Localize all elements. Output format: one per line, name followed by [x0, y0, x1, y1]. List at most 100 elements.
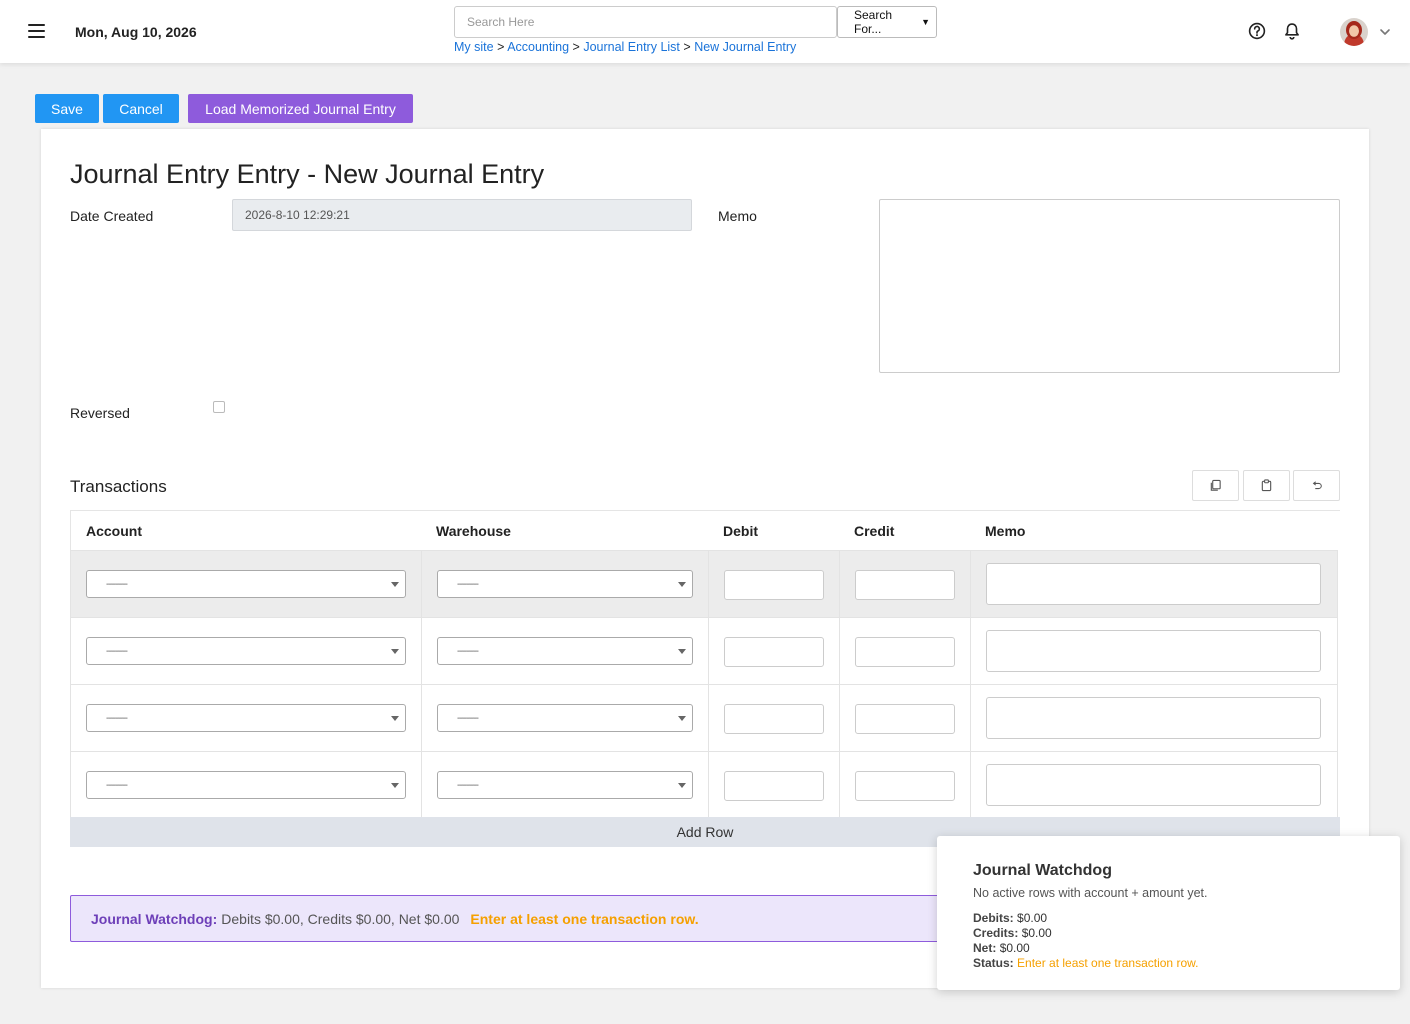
popup-subtitle: No active rows with account + amount yet…: [973, 886, 1208, 900]
chevron-down-icon: ▼: [921, 17, 930, 27]
account-select-value: ---------: [106, 713, 128, 724]
column-header-debit: Debit: [723, 523, 758, 539]
menu-icon[interactable]: [28, 24, 45, 38]
reversed-checkbox[interactable]: [213, 401, 225, 413]
debits-label: Debits:: [973, 911, 1014, 925]
account-select[interactable]: ---------: [86, 771, 406, 799]
warehouse-select[interactable]: ---------: [437, 704, 693, 732]
row-memo-input[interactable]: [986, 563, 1321, 605]
credit-input[interactable]: [855, 637, 955, 667]
warehouse-select[interactable]: ---------: [437, 637, 693, 665]
row-memo-input[interactable]: [986, 764, 1321, 806]
table-row: --------- ---------: [70, 751, 1338, 818]
warehouse-select[interactable]: ---------: [437, 771, 693, 799]
dropdown-arrow-icon: [678, 582, 686, 587]
column-header-account: Account: [86, 523, 142, 539]
date-created-field: 2026-8-10 12:29:21: [232, 199, 692, 231]
credits-label: Credits:: [973, 926, 1019, 940]
debit-input[interactable]: [724, 704, 824, 734]
undo-icon: [1312, 480, 1322, 489]
status-label: Status:: [973, 956, 1014, 970]
debits-value: $0.00: [1017, 911, 1048, 925]
account-select[interactable]: ---------: [86, 704, 406, 732]
debit-input[interactable]: [724, 570, 824, 600]
help-icon[interactable]: [1248, 22, 1266, 40]
net-value: $0.00: [999, 941, 1030, 955]
account-select-value: ---------: [106, 646, 128, 657]
dropdown-arrow-icon: [678, 783, 686, 788]
search-for-value: Search For...: [854, 8, 893, 36]
debit-input[interactable]: [724, 771, 824, 801]
credit-input[interactable]: [855, 704, 955, 734]
table-row: --------- ---------: [70, 684, 1338, 751]
paste-icon: [1261, 479, 1272, 492]
column-header-warehouse: Warehouse: [436, 523, 511, 539]
dropdown-arrow-icon: [678, 716, 686, 721]
dropdown-arrow-icon: [391, 783, 399, 788]
dropdown-arrow-icon: [391, 716, 399, 721]
avatar[interactable]: [1340, 18, 1368, 46]
memo-textarea[interactable]: [879, 199, 1340, 373]
account-select[interactable]: ---------: [86, 637, 406, 665]
chevron-down-icon[interactable]: [1378, 25, 1392, 39]
breadcrumb-my-site[interactable]: My site: [454, 40, 494, 54]
transactions-title: Transactions: [70, 477, 167, 496]
warehouse-select-value: ---------: [457, 780, 479, 791]
column-header-memo: Memo: [985, 523, 1026, 539]
row-memo-input[interactable]: [986, 630, 1321, 672]
copy-button[interactable]: [1192, 470, 1239, 501]
dropdown-arrow-icon: [678, 649, 686, 654]
transactions-table: Account Warehouse Debit Credit Memo ----…: [70, 510, 1340, 818]
date-created-label: Date Created: [70, 208, 154, 224]
table-row: --------- ---------: [70, 617, 1338, 684]
row-memo-input[interactable]: [986, 697, 1321, 739]
copy-icon: [1210, 479, 1221, 491]
credits-value: $0.00: [1021, 926, 1052, 940]
warehouse-select-value: ---------: [457, 713, 479, 724]
save-button[interactable]: Save: [35, 94, 99, 123]
cancel-button[interactable]: Cancel: [103, 94, 179, 123]
breadcrumb-separator: >: [572, 40, 580, 54]
breadcrumb-journal-entry-list[interactable]: Journal Entry List: [583, 40, 680, 54]
debit-input[interactable]: [724, 637, 824, 667]
watchdog-bar-title: Journal Watchdog:: [91, 910, 218, 927]
breadcrumb: My site > Accounting > Journal Entry Lis…: [454, 40, 796, 54]
bell-icon[interactable]: [1283, 22, 1301, 41]
current-date: Mon, Aug 10, 2026: [75, 24, 197, 40]
dropdown-arrow-icon: [391, 582, 399, 587]
account-select-value: ---------: [106, 780, 128, 791]
table-row: --------- ---------: [70, 550, 1338, 617]
breadcrumb-separator: >: [683, 40, 691, 54]
popup-credits: Credits: $0.00: [973, 926, 1364, 941]
credit-input[interactable]: [855, 570, 955, 600]
popup-debits: Debits: $0.00: [973, 911, 1364, 926]
watchdog-bar-summary: Debits $0.00, Credits $0.00, Net $0.00: [221, 910, 460, 927]
journal-watchdog-popup: Journal Watchdog No active rows with acc…: [937, 836, 1400, 990]
net-label: Net:: [973, 941, 997, 955]
credit-input[interactable]: [855, 771, 955, 801]
column-header-credit: Credit: [854, 523, 895, 539]
popup-net: Net: $0.00: [973, 941, 1364, 956]
undo-button[interactable]: [1293, 470, 1340, 501]
warehouse-select[interactable]: ---------: [437, 570, 693, 598]
table-header: Account Warehouse Debit Credit Memo: [70, 510, 1340, 550]
memo-label: Memo: [718, 208, 757, 224]
load-memorized-journal-entry-button[interactable]: Load Memorized Journal Entry: [188, 94, 413, 123]
breadcrumb-new-journal-entry[interactable]: New Journal Entry: [694, 40, 796, 54]
warehouse-select-value: ---------: [457, 579, 479, 590]
dropdown-arrow-icon: [391, 649, 399, 654]
breadcrumb-accounting[interactable]: Accounting: [507, 40, 569, 54]
popup-status: Status: Enter at least one transaction r…: [973, 956, 1364, 971]
warehouse-select-value: ---------: [457, 646, 479, 657]
account-select-value: ---------: [106, 579, 128, 590]
status-value: Enter at least one transaction row.: [1017, 956, 1199, 970]
paste-button[interactable]: [1243, 470, 1290, 501]
search-for-select[interactable]: Search For... ▼: [837, 6, 937, 38]
account-select[interactable]: ---------: [86, 570, 406, 598]
watchdog-bar-warning: Enter at least one transaction row.: [470, 910, 699, 927]
page-title: Journal Entry Entry - New Journal Entry: [70, 159, 545, 189]
search-input[interactable]: [454, 6, 837, 38]
reversed-label: Reversed: [70, 405, 130, 421]
top-bar: Mon, Aug 10, 2026 Search For... ▼ My sit…: [0, 0, 1410, 63]
popup-title: Journal Watchdog: [973, 862, 1112, 879]
